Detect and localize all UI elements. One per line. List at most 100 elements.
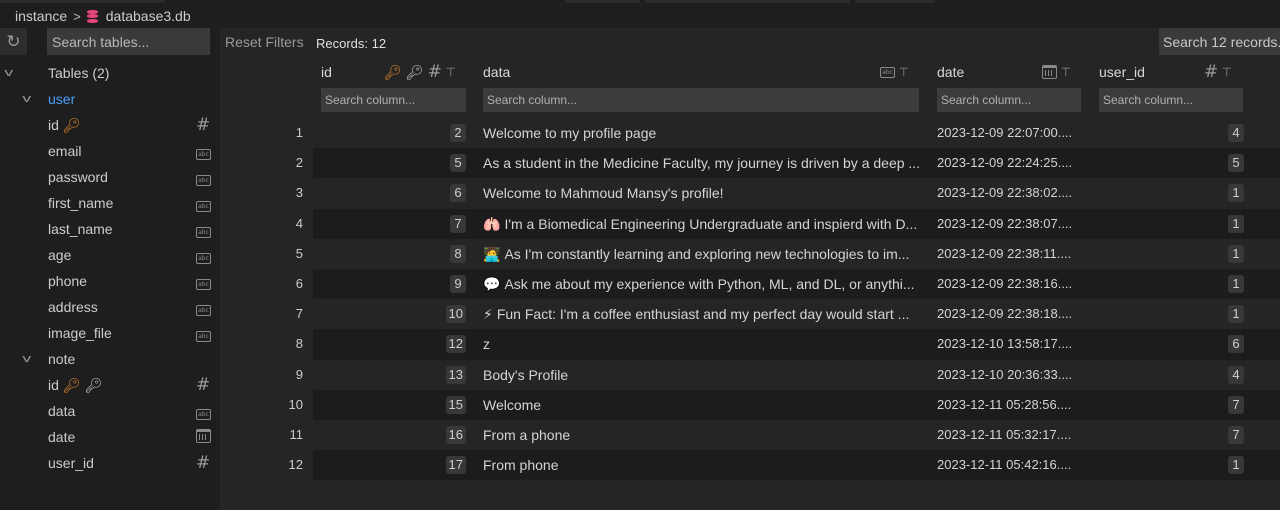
search-records-input[interactable] bbox=[1159, 28, 1280, 55]
cell-user-id[interactable]: 7 bbox=[1097, 420, 1244, 450]
table-row[interactable]: 2 5 As a student in the Medicine Faculty, … bbox=[220, 148, 1280, 179]
table-row[interactable]: 6 9 💬 Ask me about my experience with Pytho… bbox=[220, 268, 1280, 300]
cell-id[interactable]: 13 bbox=[313, 360, 466, 390]
database-icon bbox=[86, 9, 98, 23]
cell-date[interactable]: 2023-12-11 05:28:56.... bbox=[937, 397, 1082, 412]
cell-id[interactable]: 8 bbox=[313, 239, 466, 269]
cell-user-id[interactable]: 4 bbox=[1097, 118, 1244, 148]
column-item[interactable]: address abc bbox=[0, 294, 220, 320]
column-item[interactable]: age abc bbox=[0, 242, 220, 268]
cell-data[interactable]: Welcome to Mahmoud Mansy's profile! bbox=[483, 185, 923, 201]
breadcrumb-parent[interactable]: instance bbox=[15, 8, 67, 24]
table-item-user[interactable]: v user bbox=[0, 86, 220, 112]
table-row[interactable]: 1 2 Welcome to my profile page 2023-12-09 2… bbox=[220, 118, 1280, 149]
cell-id[interactable]: 7 bbox=[313, 209, 466, 239]
cell-id[interactable]: 5 bbox=[313, 148, 466, 178]
cell-id[interactable]: 16 bbox=[313, 420, 466, 450]
cell-id[interactable]: 17 bbox=[313, 450, 466, 480]
column-item[interactable]: password abc bbox=[0, 164, 220, 190]
cell-date[interactable]: 2023-12-09 22:38:18.... bbox=[937, 306, 1082, 321]
cell-date[interactable]: 2023-12-09 22:38:16.... bbox=[937, 276, 1082, 291]
column-search-id[interactable] bbox=[321, 88, 466, 112]
cell-date[interactable]: 2023-12-09 22:38:11.... bbox=[937, 246, 1082, 261]
cell-date[interactable]: 2023-12-09 22:38:07.... bbox=[937, 216, 1082, 231]
cell-user-id[interactable]: 6 bbox=[1097, 329, 1244, 359]
chevron-down-icon[interactable]: v bbox=[22, 353, 31, 365]
cell-id[interactable]: 2 bbox=[313, 118, 466, 148]
cell-user-id[interactable]: 4 bbox=[1097, 360, 1244, 390]
column-search-user-id[interactable] bbox=[1099, 88, 1243, 112]
cell-data[interactable]: ⚡ Fun Fact: I'm a coffee enthusiast and m… bbox=[483, 306, 923, 323]
user-id-badge: 6 bbox=[1228, 335, 1244, 354]
table-row[interactable]: 10 15 Welcome 2023-12-11 05:28:56.... 7 bbox=[220, 389, 1280, 420]
cell-date[interactable]: 2023-12-09 22:24:25.... bbox=[937, 155, 1082, 170]
cell-data[interactable]: Welcome to my profile page bbox=[483, 125, 923, 141]
table-item-note[interactable]: v note bbox=[0, 346, 220, 372]
tables-group[interactable]: v Tables (2) bbox=[0, 60, 220, 86]
cell-user-id[interactable]: 7 bbox=[1097, 390, 1244, 420]
cell-id[interactable]: 10 bbox=[313, 299, 466, 329]
cell-data[interactable]: Body's Profile bbox=[483, 367, 923, 383]
reset-filters-button[interactable]: Reset Filters bbox=[225, 34, 304, 50]
cell-data[interactable]: Welcome bbox=[483, 397, 923, 413]
cell-id[interactable]: 12 bbox=[313, 329, 466, 359]
column-header-user-id[interactable]: user_id bbox=[1099, 64, 1145, 84]
cell-user-id[interactable]: 1 bbox=[1097, 209, 1244, 239]
row-number: 2 bbox=[295, 155, 303, 171]
cell-data[interactable]: From a phone bbox=[483, 427, 923, 443]
cell-date[interactable]: 2023-12-09 22:07:00.... bbox=[937, 125, 1082, 140]
pin-icon[interactable]: ⊣ bbox=[1059, 67, 1073, 77]
table-row[interactable]: 8 12 z 2023-12-10 13:58:17.... 6 bbox=[220, 329, 1280, 360]
cell-data[interactable]: z bbox=[483, 336, 923, 352]
search-tables-input[interactable] bbox=[47, 28, 210, 55]
table-row[interactable]: 3 6 Welcome to Mahmoud Mansy's profile! 202… bbox=[220, 178, 1280, 209]
cell-data[interactable]: 🧑‍💻 As I'm constantly learning and explor… bbox=[483, 246, 923, 263]
column-header-date[interactable]: date bbox=[937, 64, 964, 84]
cell-data[interactable]: From phone bbox=[483, 457, 923, 473]
column-item[interactable]: image_file abc bbox=[0, 320, 220, 346]
cell-date[interactable]: 2023-12-10 13:58:17.... bbox=[937, 336, 1082, 351]
column-header-id[interactable]: id bbox=[321, 64, 332, 84]
cell-user-id[interactable]: 1 bbox=[1097, 450, 1244, 480]
column-search-data[interactable] bbox=[483, 88, 919, 112]
cell-id[interactable]: 6 bbox=[313, 178, 466, 208]
column-item[interactable]: id 🔑︎ # bbox=[0, 112, 220, 138]
cell-date[interactable]: 2023-12-09 22:38:02.... bbox=[937, 185, 1082, 200]
column-item[interactable]: date bbox=[0, 424, 220, 450]
cell-date[interactable]: 2023-12-11 05:42:16.... bbox=[937, 457, 1082, 472]
cell-id[interactable]: 15 bbox=[313, 390, 466, 420]
refresh-button[interactable]: ↻ bbox=[0, 28, 27, 55]
cell-date[interactable]: 2023-12-10 20:36:33.... bbox=[937, 367, 1082, 382]
cell-date[interactable]: 2023-12-11 05:32:17.... bbox=[937, 427, 1082, 442]
table-row[interactable]: 5 8 🧑‍💻 As I'm constantly learning and expl… bbox=[220, 238, 1280, 269]
cell-user-id[interactable]: 1 bbox=[1097, 299, 1244, 329]
column-item[interactable]: email abc bbox=[0, 138, 220, 164]
pin-icon[interactable]: ⊣ bbox=[1220, 67, 1234, 77]
column-item[interactable]: data abc bbox=[0, 398, 220, 424]
column-item[interactable]: last_name abc bbox=[0, 216, 220, 242]
pin-icon[interactable]: ⊣ bbox=[897, 67, 911, 77]
column-item[interactable]: phone abc bbox=[0, 268, 220, 294]
table-row[interactable]: 11 16 From a phone 2023-12-11 05:32:17.... 7 bbox=[220, 419, 1280, 451]
column-item[interactable]: first_name abc bbox=[0, 190, 220, 216]
cell-user-id[interactable]: 1 bbox=[1097, 239, 1244, 269]
pin-icon[interactable]: ⊣ bbox=[444, 67, 458, 77]
table-row[interactable]: 12 17 From phone 2023-12-11 05:42:16.... 1 bbox=[220, 450, 1280, 481]
column-item[interactable]: id 🔑︎ 🔑︎ # bbox=[0, 372, 220, 398]
cell-data[interactable]: 💬 Ask me about my experience with Python,… bbox=[483, 276, 923, 293]
cell-user-id[interactable]: 1 bbox=[1097, 178, 1244, 208]
table-row[interactable]: 4 7 🫁 I'm a Biomedical Engineering Undergra… bbox=[220, 208, 1280, 239]
chevron-down-icon[interactable]: v bbox=[4, 67, 13, 79]
breadcrumb-file[interactable]: database3.db bbox=[106, 8, 191, 24]
cell-user-id[interactable]: 5 bbox=[1097, 148, 1244, 178]
chevron-down-icon[interactable]: v bbox=[22, 93, 31, 105]
cell-id[interactable]: 9 bbox=[313, 269, 466, 299]
cell-data[interactable]: As a student in the Medicine Faculty, my… bbox=[483, 155, 923, 171]
cell-user-id[interactable]: 1 bbox=[1097, 269, 1244, 299]
column-item[interactable]: user_id # bbox=[0, 450, 220, 476]
cell-data[interactable]: 🫁 I'm a Biomedical Engineering Undergradu… bbox=[483, 216, 923, 233]
column-search-date[interactable] bbox=[937, 88, 1081, 112]
table-row[interactable]: 9 13 Body's Profile 2023-12-10 20:36:33....… bbox=[220, 359, 1280, 390]
column-header-data[interactable]: data bbox=[483, 64, 510, 84]
table-row[interactable]: 7 10 ⚡ Fun Fact: I'm a coffee enthusiast an… bbox=[220, 299, 1280, 330]
